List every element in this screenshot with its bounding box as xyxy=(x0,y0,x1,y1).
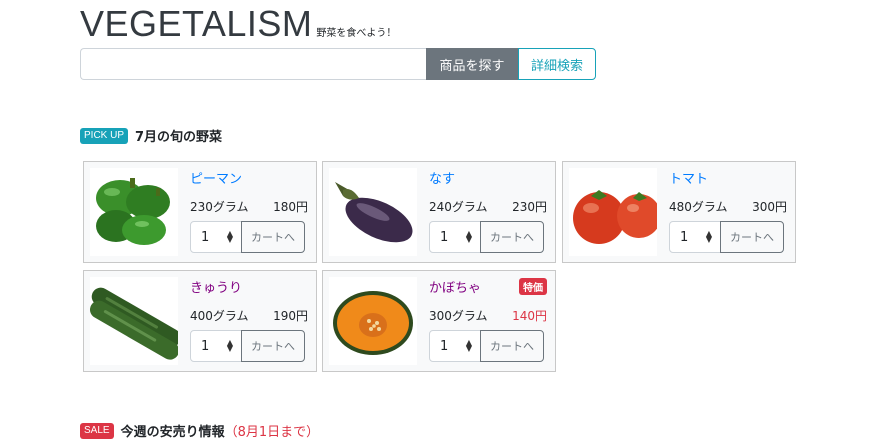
pumpkin-image[interactable] xyxy=(329,277,417,365)
quantity-value: 1 xyxy=(440,338,449,354)
site-tagline: 野菜を食べよう！ xyxy=(316,28,397,39)
add-to-cart-button[interactable]: カートへ xyxy=(480,221,544,253)
product-name[interactable]: なす xyxy=(429,168,455,187)
quantity-value: 1 xyxy=(201,229,210,245)
sale-title: 今週の安売り情報（8月1日まで） xyxy=(121,421,320,440)
product-card: なす 240グラム 230円 1 ▲ ▼ カートへ xyxy=(322,161,556,263)
product-weight: 300グラム xyxy=(429,309,488,323)
quantity-select[interactable]: 1 ▲ ▼ xyxy=(429,330,481,362)
product-name[interactable]: かぼちゃ xyxy=(429,277,481,296)
add-to-cart-button[interactable]: カートへ xyxy=(480,330,544,362)
site-logo[interactable]: VEGETALISM xyxy=(80,4,312,44)
product-price: 180円 xyxy=(273,200,308,214)
select-arrows-icon: ▲ ▼ xyxy=(226,338,233,353)
quantity-select[interactable]: 1 ▲ ▼ xyxy=(429,221,481,253)
product-name[interactable]: トマト xyxy=(669,168,708,187)
sale-section-header: SALE 今週の安売り情報（8月1日まで） xyxy=(80,421,319,440)
add-to-cart-button[interactable]: カートへ xyxy=(241,221,305,253)
product-weight: 230グラム xyxy=(190,200,249,214)
pickup-title: 7月の旬の野菜 xyxy=(135,130,223,145)
product-card: きゅうり 400グラム 190円 1 ▲ ▼ カートへ xyxy=(83,270,317,372)
product-price: 230円 xyxy=(512,200,547,214)
special-price-badge: 特価 xyxy=(519,278,547,295)
product-name[interactable]: きゅうり xyxy=(190,277,242,296)
select-arrows-icon: ▲ ▼ xyxy=(226,229,233,244)
product-card: かぼちゃ 特価 300グラム 140円 1 ▲ ▼ カートへ xyxy=(322,270,556,372)
pickup-badge: PICK UP xyxy=(80,127,129,144)
sale-badge: SALE xyxy=(80,422,114,439)
add-to-cart-button[interactable]: カートへ xyxy=(241,330,305,362)
product-weight: 240グラム xyxy=(429,200,488,214)
product-price: 190円 xyxy=(273,309,308,323)
tomato-image[interactable] xyxy=(569,168,657,256)
add-to-cart-button[interactable]: カートへ xyxy=(720,221,784,253)
eggplant-image[interactable] xyxy=(329,168,417,256)
search-bar: 商品を探す 詳細検索 xyxy=(80,48,596,80)
product-price: 140円 xyxy=(512,309,547,323)
product-name[interactable]: ピーマン xyxy=(190,168,242,187)
quantity-select[interactable]: 1 ▲ ▼ xyxy=(190,330,242,362)
advanced-search-button[interactable]: 詳細検索 xyxy=(518,48,596,80)
green-pepper-image[interactable] xyxy=(90,168,178,256)
select-arrows-icon: ▲ ▼ xyxy=(705,229,712,244)
cucumber-image[interactable] xyxy=(90,277,178,365)
sale-period: （8月1日まで） xyxy=(224,425,320,440)
product-card: ピーマン 230グラム 180円 1 ▲ ▼ カートへ xyxy=(83,161,317,263)
search-input[interactable] xyxy=(80,48,426,80)
sale-title-text: 今週の安売り情報 xyxy=(120,425,225,440)
quantity-select[interactable]: 1 ▲ ▼ xyxy=(669,221,721,253)
quantity-value: 1 xyxy=(440,229,449,245)
product-weight: 400グラム xyxy=(190,309,249,323)
product-weight: 480グラム xyxy=(669,200,728,214)
product-price: 300円 xyxy=(752,200,787,214)
pickup-section-header: PICK UP 7月の旬の野菜 xyxy=(80,126,222,145)
select-arrows-icon: ▲ ▼ xyxy=(465,229,472,244)
quantity-select[interactable]: 1 ▲ ▼ xyxy=(190,221,242,253)
site-header: VEGETALISM 野菜を食べよう！ xyxy=(80,4,396,44)
quantity-value: 1 xyxy=(201,338,210,354)
product-card: トマト 480グラム 300円 1 ▲ ▼ カートへ xyxy=(562,161,796,263)
quantity-value: 1 xyxy=(680,229,689,245)
select-arrows-icon: ▲ ▼ xyxy=(465,338,472,353)
search-button[interactable]: 商品を探す xyxy=(426,48,518,80)
